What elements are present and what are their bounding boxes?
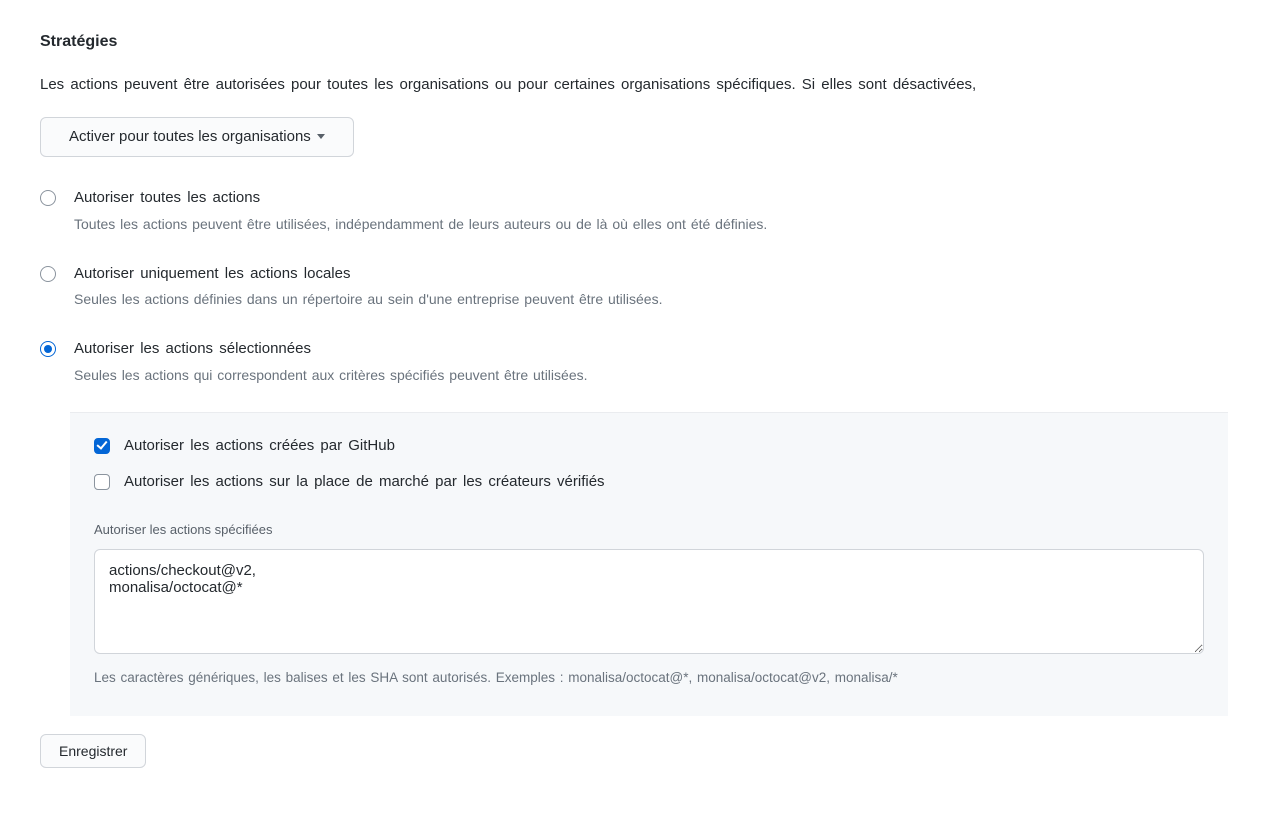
radio-desc: Toutes les actions peuvent être utilisée… (74, 214, 767, 235)
checkbox-row-github[interactable]: Autoriser les actions créées par GitHub (94, 435, 1204, 458)
radio-title: Autoriser uniquement les actions locales (74, 263, 662, 286)
intro-text: Les actions peuvent être autorisées pour… (40, 74, 1228, 97)
save-button[interactable]: Enregistrer (40, 734, 146, 768)
chevron-down-icon (317, 134, 325, 139)
enable-scope-label: Activer pour toutes les organisations (69, 126, 311, 149)
selected-actions-panel: Autoriser les actions créées par GitHub … (70, 412, 1228, 717)
specified-actions-input[interactable] (94, 549, 1204, 654)
radio-desc: Seules les actions qui correspondent aux… (74, 365, 588, 386)
checkbox-marketplace-label: Autoriser les actions sur la place de ma… (124, 471, 605, 494)
radio-desc: Seules les actions définies dans un répe… (74, 289, 662, 310)
section-title: Stratégies (40, 30, 1228, 54)
policy-radio-group: Autoriser toutes les actions Toutes les … (40, 187, 1228, 386)
radio-allow-local[interactable]: Autoriser uniquement les actions locales… (40, 263, 1228, 311)
radio-control[interactable] (40, 266, 56, 282)
radio-title: Autoriser toutes les actions (74, 187, 767, 210)
enable-scope-dropdown[interactable]: Activer pour toutes les organisations (40, 117, 354, 158)
radio-control[interactable] (40, 190, 56, 206)
specified-actions-label: Autoriser les actions spécifiées (94, 520, 1204, 540)
checkbox-github-label: Autoriser les actions créées par GitHub (124, 435, 395, 458)
checkbox-row-marketplace[interactable]: Autoriser les actions sur la place de ma… (94, 471, 1204, 494)
radio-control[interactable] (40, 341, 56, 357)
checkbox-github[interactable] (94, 438, 110, 454)
checkbox-marketplace[interactable] (94, 474, 110, 490)
radio-title: Autoriser les actions sélectionnées (74, 338, 588, 361)
specified-actions-hint: Les caractères génériques, les balises e… (94, 668, 1204, 688)
radio-allow-selected[interactable]: Autoriser les actions sélectionnées Seul… (40, 338, 1228, 386)
radio-allow-all[interactable]: Autoriser toutes les actions Toutes les … (40, 187, 1228, 235)
